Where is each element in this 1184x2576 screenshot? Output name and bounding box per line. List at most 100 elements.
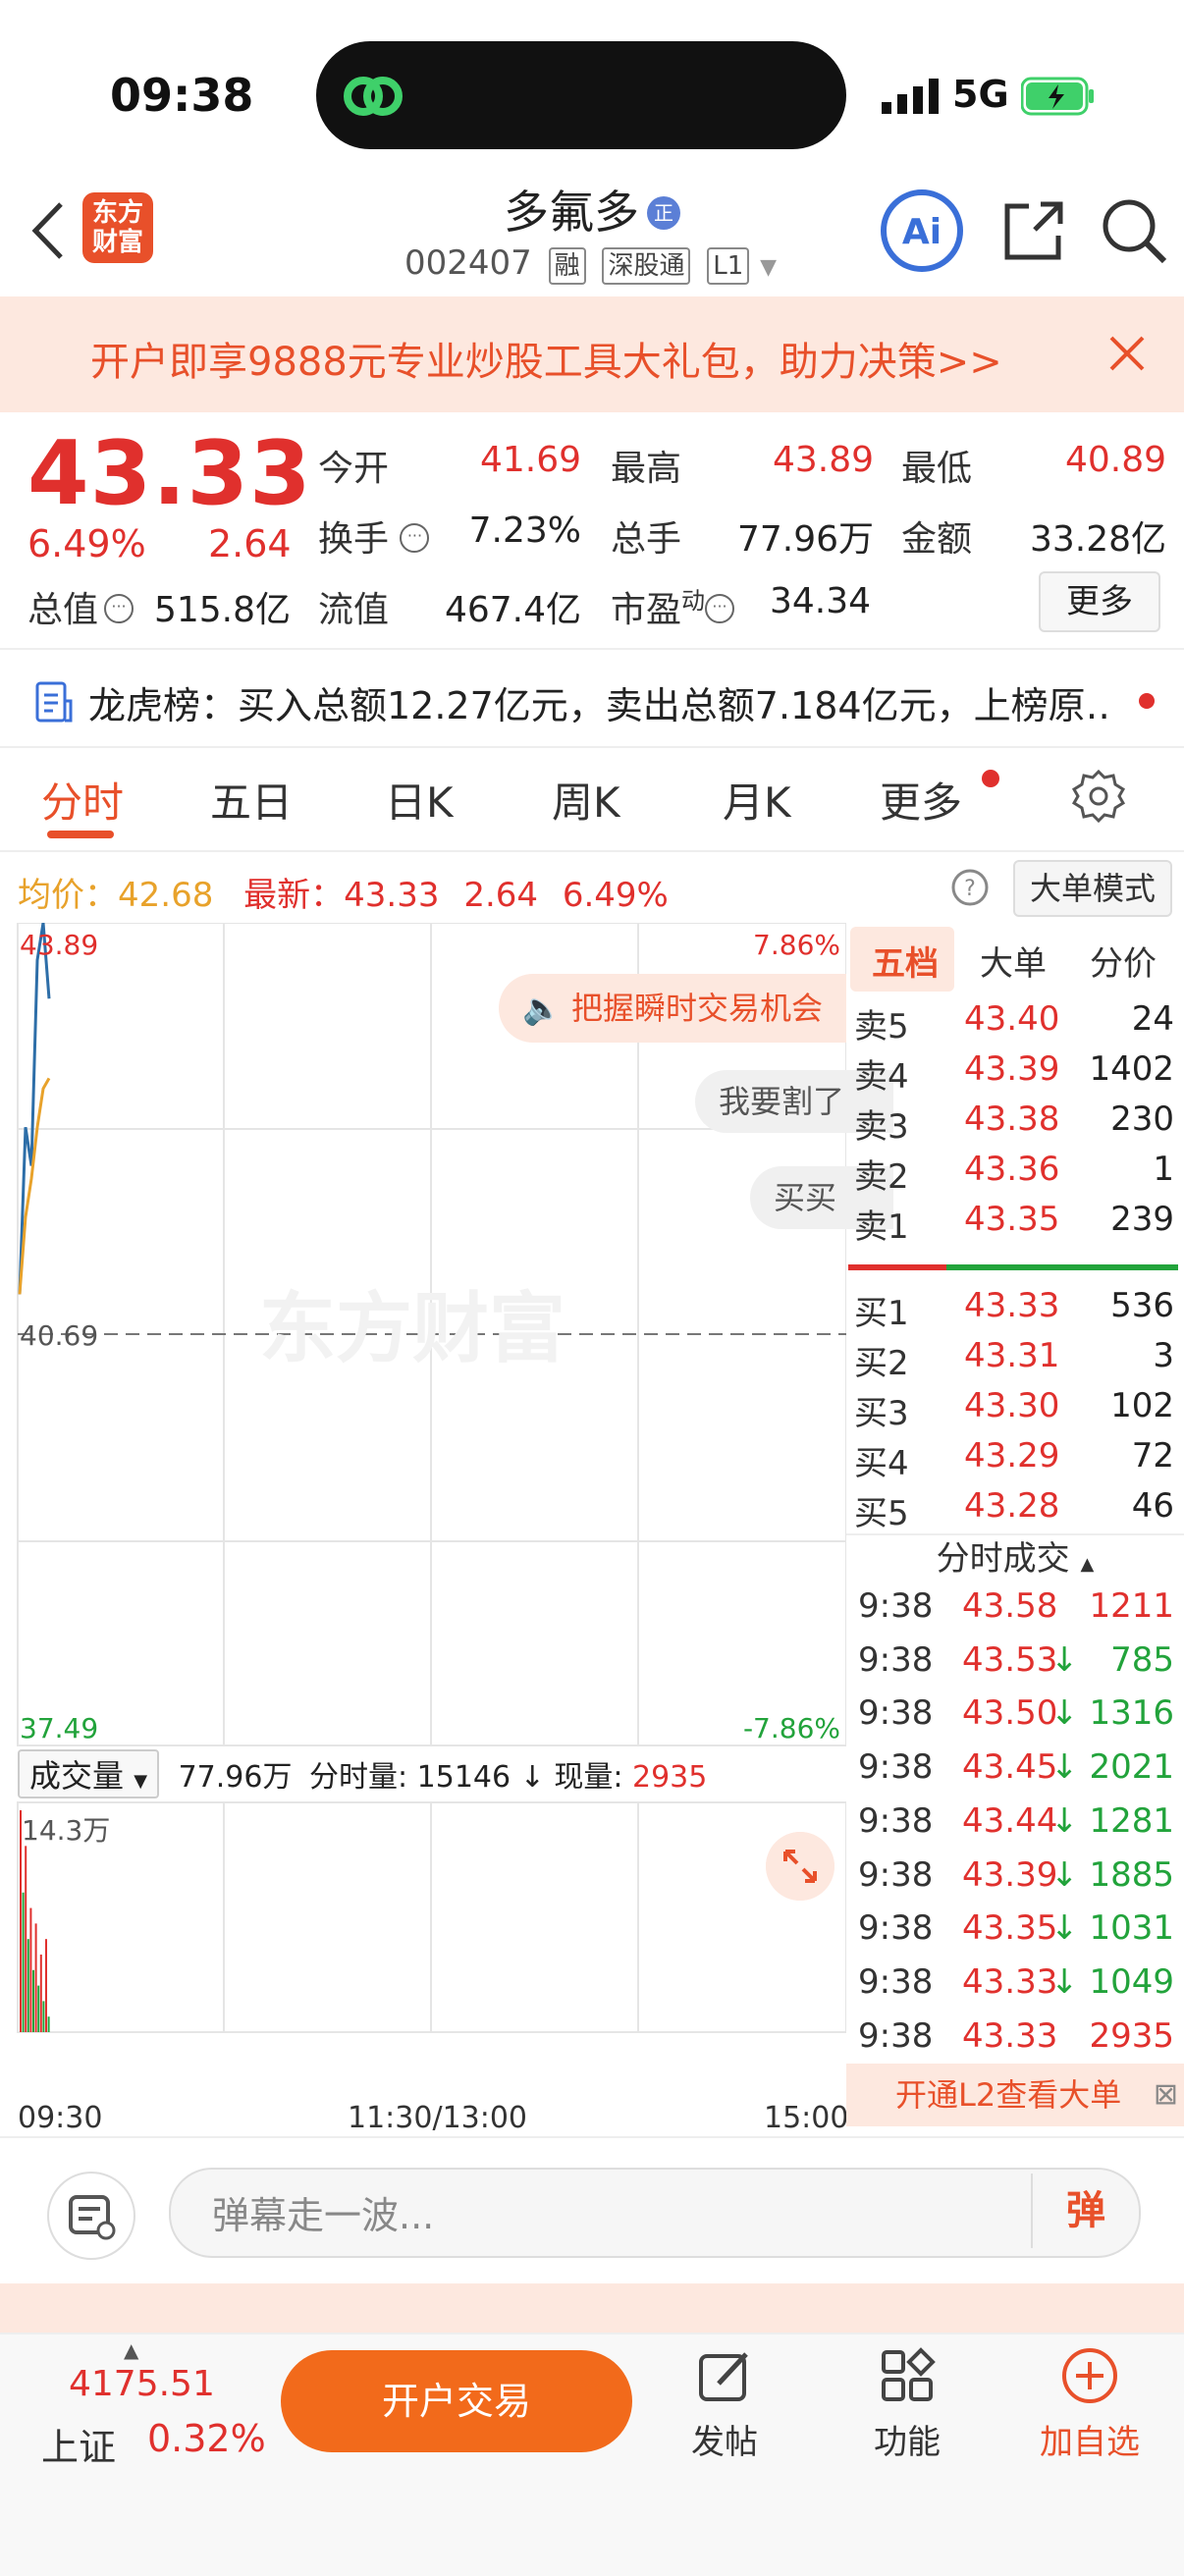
- danmu-placeholder[interactable]: 弹幕走一波...: [212, 2185, 434, 2239]
- index-pct[interactable]: 0.32%: [147, 2417, 266, 2460]
- big-order-mode-button[interactable]: 大单模式: [1013, 860, 1172, 917]
- tag-margin: 融: [548, 247, 586, 285]
- mktcap-value: 515.8亿: [153, 590, 291, 630]
- unread-dot: [982, 770, 999, 787]
- down-arrow-icon: ↓: [1050, 1961, 1079, 2002]
- stock-code-row: 002407 融 深股通 L1 ▼: [404, 243, 777, 285]
- speaker-icon: 🔈: [522, 990, 562, 1027]
- ai-icon[interactable]: Ai: [880, 188, 964, 273]
- nav-add-favorite[interactable]: 加自选: [1031, 2346, 1149, 2463]
- price-lines: [18, 923, 51, 1295]
- turnover-label: 换手 ···: [318, 510, 430, 562]
- trade-time: 9:38: [858, 1800, 934, 1841]
- caret-down-icon[interactable]: ▼: [760, 255, 777, 280]
- trade-volume: 1049: [1089, 1961, 1174, 2002]
- bid-price: 43.29: [964, 1436, 1060, 1476]
- expand-icon[interactable]: [766, 1832, 834, 1901]
- lhb-ticker[interactable]: 龙虎榜：买入总额12.27亿元，卖出总额7.184亿元，上榜原…: [88, 675, 1109, 729]
- chart-watermark: 东方财富: [259, 1285, 565, 1373]
- share-icon[interactable]: [999, 196, 1068, 265]
- l2-text[interactable]: 开通L2查看大单: [895, 2076, 1121, 2114]
- help-icon[interactable]: ?: [950, 868, 990, 907]
- opportunity-pill[interactable]: 🔈 把握瞬时交易机会: [499, 974, 846, 1043]
- tab-month-k[interactable]: 月K: [723, 770, 791, 830]
- tab-five-levels[interactable]: 五档: [872, 937, 939, 985]
- volume-bar: [39, 1954, 42, 2032]
- promo-text[interactable]: 开户即享9888元专业炒股工具大礼包，助力决策>>: [90, 330, 1002, 387]
- avg-price-row: 均价：42.68 最新：43.33 2.64 6.49%: [18, 868, 669, 916]
- bid-price: 43.33: [964, 1286, 1060, 1325]
- float-value: 467.4亿: [444, 590, 581, 630]
- y-mid-label: 40.69: [20, 1319, 98, 1352]
- info-dots-icon[interactable]: ···: [104, 594, 135, 623]
- tab-day-k[interactable]: 日K: [385, 770, 454, 830]
- search-icon[interactable]: [1100, 196, 1168, 265]
- tab-more[interactable]: 更多: [880, 770, 962, 830]
- ask-volume: 230: [1110, 1100, 1174, 1139]
- nav-post[interactable]: 发帖: [666, 2346, 783, 2463]
- trade-volume: 785: [1110, 1639, 1174, 1680]
- open-label: 今开: [318, 449, 390, 489]
- ask-price: 43.36: [964, 1150, 1060, 1189]
- volume-bar: [37, 1985, 40, 2032]
- trade-price: 43.58: [962, 1586, 1058, 1626]
- tag-level[interactable]: L1: [707, 247, 750, 285]
- ask-volume: 239: [1110, 1200, 1174, 1239]
- pct-bottom-label: -7.86%: [743, 1712, 840, 1744]
- bid-volume: 3: [1153, 1336, 1174, 1375]
- trade-time: 9:38: [858, 1854, 934, 1895]
- volume-bar: [47, 2016, 50, 2032]
- volume-bar: [45, 1939, 47, 2032]
- volume-bar: [42, 2001, 45, 2032]
- bid-volume: 102: [1110, 1386, 1174, 1425]
- svg-text:?: ?: [964, 877, 976, 901]
- tab-intraday[interactable]: 分时: [41, 770, 124, 830]
- bid-price: 43.28: [964, 1486, 1060, 1526]
- trade-price: 43.39: [962, 1854, 1058, 1895]
- tab-week-k[interactable]: 周K: [552, 770, 620, 830]
- volume-label: 总手: [611, 519, 682, 560]
- vol-now: 2935: [632, 1760, 708, 1795]
- trade-volume: 1211: [1089, 1586, 1174, 1626]
- ask-label: 卖3: [854, 1107, 909, 1147]
- volume-select[interactable]: 成交量 ▼: [18, 1749, 160, 1798]
- index-name[interactable]: 上证: [41, 2417, 116, 2471]
- down-arrow-icon: ↓: [1050, 1800, 1079, 1841]
- mktcap-label: 总值 ···: [27, 581, 135, 632]
- divider: [0, 746, 1184, 748]
- down-arrow-icon: ↓: [1050, 1908, 1079, 1949]
- tab-price-dist[interactable]: 分价: [1090, 937, 1157, 985]
- bid-volume: 536: [1110, 1286, 1174, 1325]
- pe-label: 市盈动 ···: [611, 581, 735, 632]
- bid-volume: 72: [1131, 1436, 1174, 1476]
- trade-price: 43.33: [962, 1961, 1058, 2002]
- ask-price: 43.35: [964, 1200, 1060, 1239]
- amount-label: 金额: [901, 519, 973, 560]
- trade-time: 9:38: [858, 1747, 934, 1788]
- gear-icon[interactable]: [1070, 768, 1127, 825]
- trade-volume: 1316: [1089, 1693, 1174, 1734]
- trade-time: 9:38: [858, 2015, 934, 2056]
- volume-bar: [25, 1846, 27, 2032]
- index-value[interactable]: 4175.51: [69, 2364, 215, 2404]
- trades-header[interactable]: 分时成交 ▲: [846, 1531, 1184, 1580]
- danmu-button[interactable]: 弹: [1031, 2174, 1139, 2248]
- high-label: 最高: [611, 449, 682, 489]
- l2-banner[interactable]: 开通L2查看大单 ⊠: [846, 2064, 1184, 2126]
- ask-price: 43.38: [964, 1100, 1060, 1139]
- nav-functions[interactable]: 功能: [848, 2346, 966, 2463]
- down-arrow-icon: ↓: [1050, 1854, 1079, 1895]
- trade-time: 9:38: [858, 1961, 934, 2002]
- down-arrow-icon: ↓: [1050, 1639, 1079, 1680]
- y-top-label: 43.89: [20, 929, 98, 961]
- tab-five-day[interactable]: 五日: [210, 770, 293, 830]
- open-account-trade-button[interactable]: 开户交易: [281, 2350, 632, 2452]
- trade-time: 9:38: [858, 1639, 934, 1680]
- info-dots-icon[interactable]: ···: [705, 594, 735, 623]
- comment-list-icon[interactable]: [47, 2172, 135, 2260]
- close-icon[interactable]: [1103, 330, 1151, 377]
- more-button[interactable]: 更多: [1039, 571, 1160, 632]
- zheng-badge: 正: [647, 196, 680, 230]
- close-icon[interactable]: ⊠: [1154, 2064, 1178, 2126]
- tab-big-orders[interactable]: 大单: [980, 937, 1047, 985]
